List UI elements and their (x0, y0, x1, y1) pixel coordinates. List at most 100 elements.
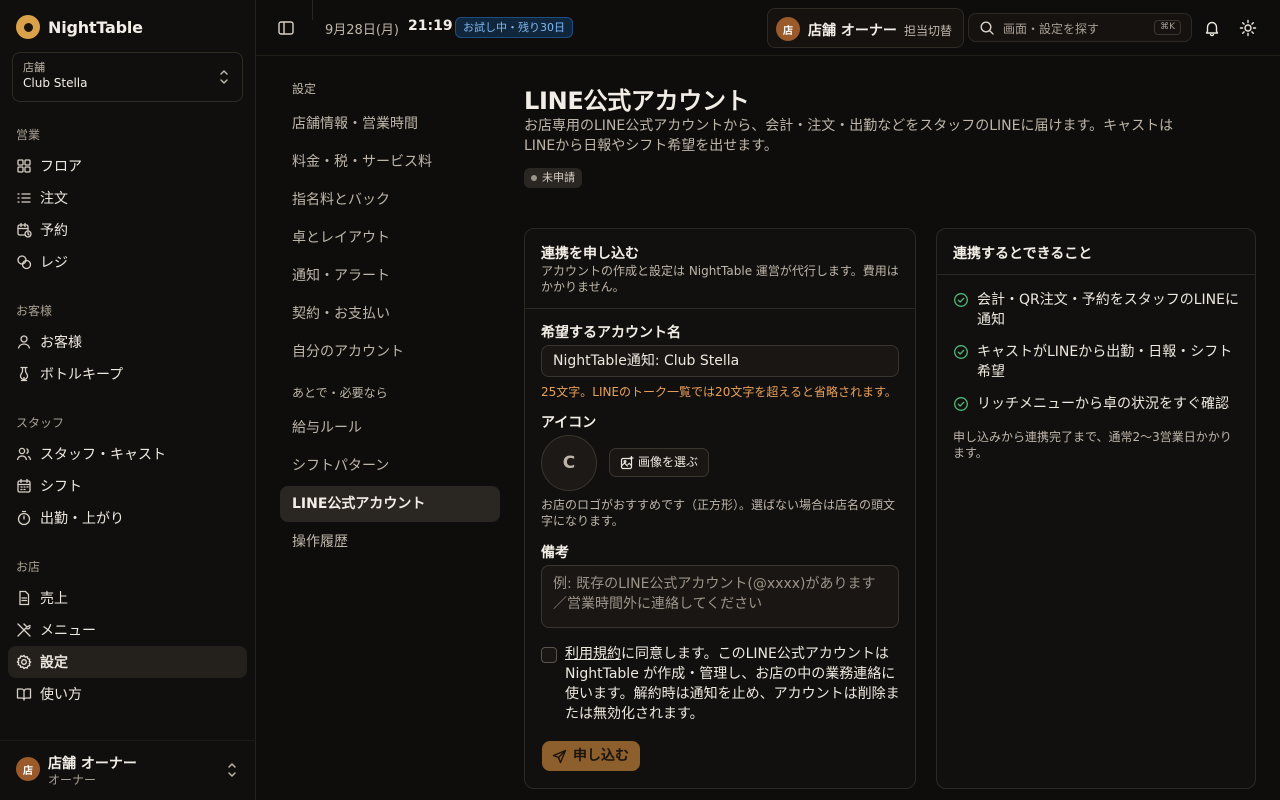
feature-item: キャストがLINEから出勤・日報・シフト希望 (953, 342, 1243, 382)
sidebar-toggle-icon[interactable] (276, 18, 296, 38)
note-textarea[interactable]: 例: 既存のLINE公式アカウント(@xxxx)があります／営業時間外に連絡して… (541, 565, 899, 628)
settings-nav-item-notifications[interactable]: 通知・アラート (280, 258, 500, 294)
note-label: 備考 (541, 545, 569, 561)
search-input[interactable]: 画面・設定を探す ⌘K (968, 13, 1192, 42)
submit-button[interactable]: 申し込む (542, 741, 640, 771)
settings-nav-item-billing[interactable]: 契約・お支払い (280, 296, 500, 332)
calendar-clock-icon (17, 222, 32, 238)
sidebar-item-customers[interactable]: お客様 (8, 326, 247, 358)
sidebar-item-register[interactable]: レジ (8, 246, 247, 278)
page-description: お店専用のLINE公式アカウントから、会計・注文・出勤などをスタッフのLINEに… (524, 118, 1174, 154)
feature-item: 会計・QR注文・予約をスタッフのLINEに通知 (953, 290, 1243, 330)
sidebar-item-label: 予約 (40, 223, 68, 239)
sun-icon[interactable] (1239, 19, 1257, 37)
search-placeholder: 画面・設定を探す (1003, 22, 1100, 36)
logo-icon (16, 15, 40, 39)
user-role: オーナー (48, 773, 97, 787)
page-title: LINE公式アカウント (524, 87, 750, 115)
bottle-icon (19, 366, 29, 382)
settings-nav-item-store-info[interactable]: 店舗情報・営業時間 (280, 106, 500, 142)
sidebar-item-label: 使い方 (40, 687, 82, 703)
apply-card: 連携を申し込む アカウントの作成と設定は NightTable 運営が代行します… (524, 228, 916, 789)
nav-group-label: スタッフ (16, 416, 65, 430)
shortcut-hint: ⌘K (1154, 20, 1181, 35)
nav-group-label: 営業 (16, 128, 41, 142)
check-circle-icon (954, 397, 968, 411)
sidebar-item-staff[interactable]: スタッフ・キャスト (8, 438, 247, 470)
settings-nav-item-nomination[interactable]: 指名料とバック (280, 182, 500, 218)
feature-text: リッチメニューから卓の状況をすぐ確認 (977, 396, 1229, 412)
send-icon (552, 749, 567, 764)
grid-icon (17, 159, 31, 173)
feature-item: リッチメニューから卓の状況をすぐ確認 (953, 394, 1243, 414)
pick-image-label: 画像を選ぶ (638, 455, 699, 469)
avatar: 店 (776, 17, 800, 41)
user-menu[interactable]: 店 店舗 オーナー オーナー (0, 740, 256, 800)
sidebar-item-sales[interactable]: 売上 (8, 582, 247, 614)
settings-nav-section-label: あとで・必要なら (292, 386, 388, 400)
sidebar-item-menu[interactable]: メニュー (8, 614, 247, 646)
icon-hint: お店のロゴがおすすめです（正方形）。選ばない場合は店名の頭文字になります。 (541, 498, 896, 528)
bell-icon[interactable] (1203, 19, 1221, 37)
status-dot-icon (531, 175, 537, 181)
current-time: 21:19 (408, 18, 453, 34)
coins-icon (17, 255, 32, 270)
account-icon-preview: C (541, 435, 597, 491)
sidebar-item-shifts[interactable]: シフト (8, 470, 247, 502)
sidebar-item-bottle-keep[interactable]: ボトルキープ (8, 358, 247, 390)
user-name: 店舗 オーナー (48, 756, 137, 772)
terms-link[interactable]: 利用規約 (565, 646, 621, 662)
switch-label: 担当切替 (904, 24, 953, 38)
sidebar: NightTable 店舗 Club Stella 営業 フロア 注文 予約 レ… (0, 0, 256, 800)
sidebar-item-reservations[interactable]: 予約 (8, 214, 247, 246)
topbar: 9月28日(月) 21:19 お試し中・残り30日 店 店舗 オーナー 担当切替… (256, 0, 1280, 56)
trial-badge[interactable]: お試し中・残り30日 (455, 17, 573, 38)
settings-nav-item-payroll[interactable]: 給与ルール (280, 410, 500, 446)
store-selector[interactable]: 店舗 Club Stella (12, 52, 243, 102)
user-icon (17, 335, 31, 349)
settings-nav-item-tables[interactable]: 卓とレイアウト (280, 220, 500, 256)
status-badge-label: 未申請 (542, 171, 575, 184)
app-logo[interactable]: NightTable (16, 15, 143, 39)
sidebar-item-floor[interactable]: フロア (8, 150, 247, 182)
settings-nav-section-label: 設定 (292, 82, 317, 96)
account-name-warning: 25文字。LINEのトーク一覧では20文字を超えると省略されます。 (541, 385, 897, 399)
settings-nav-item-pricing[interactable]: 料金・税・サービス料 (280, 144, 500, 180)
settings-nav-item-line[interactable]: LINE公式アカウント (280, 486, 500, 522)
sidebar-item-label: 出勤・上がり (40, 511, 124, 527)
image-plus-icon (620, 456, 634, 470)
sidebar-item-clock-in[interactable]: 出勤・上がり (8, 502, 247, 534)
sidebar-item-label: お客様 (40, 335, 82, 351)
current-staff-name: 店舗 オーナー (808, 23, 897, 39)
staff-switch-button[interactable]: 店 店舗 オーナー 担当切替 (767, 8, 964, 48)
sidebar-item-label: レジ (40, 255, 68, 271)
card-title: 連携するとできること (953, 246, 1093, 262)
sidebar-item-label: フロア (40, 159, 82, 175)
status-badge: 未申請 (524, 168, 582, 188)
card-title: 連携を申し込む (541, 246, 639, 262)
sidebar-item-guide[interactable]: 使い方 (8, 678, 247, 710)
sidebar-item-orders[interactable]: 注文 (8, 182, 247, 214)
account-name-input[interactable]: NightTable通知: Club Stella (541, 345, 899, 377)
gear-icon (16, 654, 32, 670)
feature-text: 会計・QR注文・予約をスタッフのLINEに通知 (977, 292, 1239, 328)
store-selector-label: 店舗 (23, 61, 45, 74)
sidebar-item-label: 注文 (40, 191, 68, 207)
settings-nav-item-audit-log[interactable]: 操作履歴 (280, 524, 500, 560)
app-name: NightTable (48, 17, 143, 37)
document-icon (19, 590, 30, 606)
sidebar-item-settings[interactable]: 設定 (8, 646, 247, 678)
store-selector-value: Club Stella (23, 76, 88, 90)
sidebar-item-label: メニュー (40, 623, 96, 639)
sidebar-item-label: ボトルキープ (40, 367, 124, 383)
settings-nav-item-account[interactable]: 自分のアカウント (280, 334, 500, 370)
settings-nav-item-shift-patterns[interactable]: シフトパターン (280, 448, 500, 484)
book-icon (16, 688, 32, 701)
calendar-icon (17, 478, 31, 493)
current-date: 9月28日(月) (325, 23, 399, 38)
terms-checkbox[interactable] (541, 647, 557, 663)
list-icon (17, 193, 31, 203)
pick-image-button[interactable]: 画像を選ぶ (609, 448, 710, 477)
nav-group-label: お店 (16, 560, 41, 574)
nav-group-label: お客様 (16, 304, 53, 318)
